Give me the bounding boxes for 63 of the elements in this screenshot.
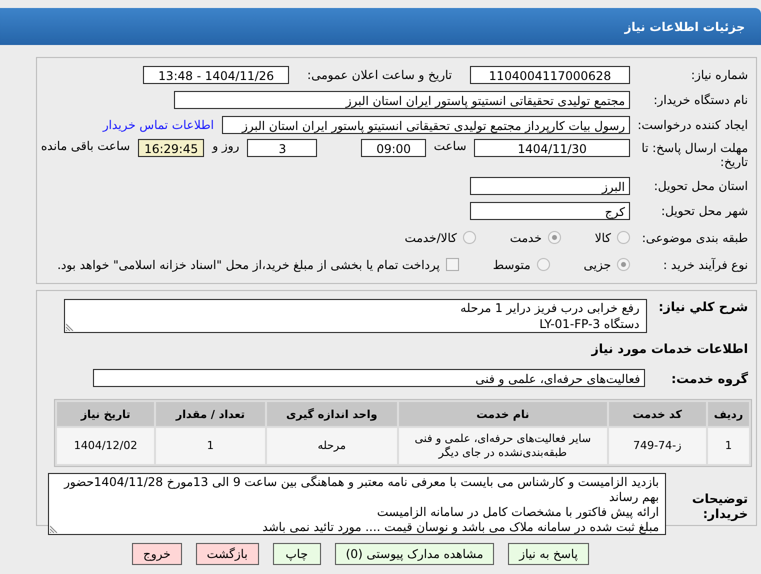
section-label: توضیحات خریدار: [691,491,748,521]
action-button[interactable]: پاسخ به نیاز [508,543,589,565]
notes-text: بازدید الزامیست و کارشناس می بایست با معرفی نامه معتبر و هماهنگی بین ساعت 9 الی 13مورخ 1404/11/28حضور بهم رساند ارائه پیش فاکتور با مشخصات کامل در سامانه الزامیست مبلغ ثبت شده در سامانه ملاک می باشد و نوسان قیمت .... مورد تائید نمی باشد [64,475,659,534]
field-label: ساعت باقی مانده [41,139,130,153]
column-header: نام خدمت [398,402,607,426]
field-label: روز و [212,139,240,153]
table-cell: 1404/12/02 [57,428,154,464]
option-label: کالا [594,230,611,244]
radio-button[interactable] [617,258,630,271]
column-header: کد خدمت [608,402,706,426]
text-field[interactable]: 3 [247,139,318,157]
buyer-contact-link[interactable]: اطلاعات تماس خریدار [102,118,214,132]
table-cell: 1 [156,428,265,464]
field-label: استان محل تحویل: [652,178,748,192]
field-label: ایجاد کننده درخواست: [638,118,748,132]
resize-grip-icon[interactable] [50,525,58,533]
option-label: جزیی [584,258,611,272]
field-label: شماره نیاز: [690,68,748,82]
column-header: واحد اندازه گیری [266,402,397,426]
radio-button[interactable] [536,258,550,271]
field-label: شهر محل تحویل: [660,204,748,218]
text-field[interactable]: 1404/11/30 [474,139,630,157]
text-field[interactable]: 09:00 [361,139,426,157]
option-label: کالا/خدمت [404,230,457,244]
action-button[interactable]: مشاهده مدارک پیوستی (0) [334,543,494,565]
text-field[interactable]: 1104004117000628 [470,66,630,84]
field-label: طبقه بندی موضوعی: [640,230,748,244]
field-label: تاریخ و ساعت اعلان عمومی: [307,68,452,82]
text-field[interactable]: 1404/11/26 - 13:48 [143,66,290,84]
text-field[interactable]: مجتمع تولیدی تحقیقاتی انستیتو پاستور ایران استان البرز [174,90,630,108]
table-cell: 1 [708,428,749,464]
summary-field[interactable]: رفع خرابی درب فریز درایر 1 مرحله دستگاه LY-01-FP-3 [64,299,647,333]
exit-button[interactable]: بازگشت [196,543,259,565]
section-label: شرح کلي نياز: [658,299,748,314]
countdown-field[interactable]: 16:29:45 [138,139,204,157]
action-button[interactable]: چاپ [272,543,321,565]
option-label: متوسط [492,258,531,272]
summary-text: رفع خرابی درب فریز درایر 1 مرحله دستگاه LY-01-FP-3 [460,301,640,331]
text-field[interactable]: رسول بیات کارپرداز مجتمع تولیدی تحقیقاتی انستیتو پاستور ایران استان البرز [222,116,630,134]
field-label: نوع فرآیند خرید : [662,258,748,272]
section-label: گروه خدمت: [671,370,748,386]
table-cell: ز-74-749 [608,428,706,464]
column-header: تاریخ نیاز [57,402,154,426]
option-label: خدمت [510,230,542,244]
group-field[interactable]: فعالیت‌های حرفه‌ای، علمی و فنی [93,369,646,387]
checkbox[interactable] [446,258,459,271]
resize-grip-icon[interactable] [66,323,74,331]
column-header: تعداد / مقدار [156,402,265,426]
column-header: ردیف [708,402,749,426]
field-label: نام دستگاه خریدار: [652,92,748,106]
radio-button[interactable] [548,231,561,244]
text-field[interactable]: البرز [470,176,630,194]
radio-button[interactable] [462,231,476,244]
text-field[interactable]: کرج [470,202,630,220]
field-label: ساعت [434,139,466,153]
section-label: اطلاعات خدمات مورد نیاز [592,340,748,356]
field-label: مهلت ارسال پاسخ: تا تاریخ: [640,140,748,169]
page-title: جزئیات اطلاعات نیاز [624,20,745,34]
radio-button[interactable] [617,231,630,244]
checkbox-label: پرداخت تمام یا بخشی از مبلغ خرید،از محل "اسناد خزانه اسلامی" خواهد بود. [57,258,440,272]
table-cell: مرحله [266,428,397,464]
table-cell: سایر فعالیت‌های حرفه‌ای، علمی و فنی طبقه‌بندی‌نشده در جای دیگر [398,428,607,464]
exit-button[interactable]: خروج [132,543,182,565]
